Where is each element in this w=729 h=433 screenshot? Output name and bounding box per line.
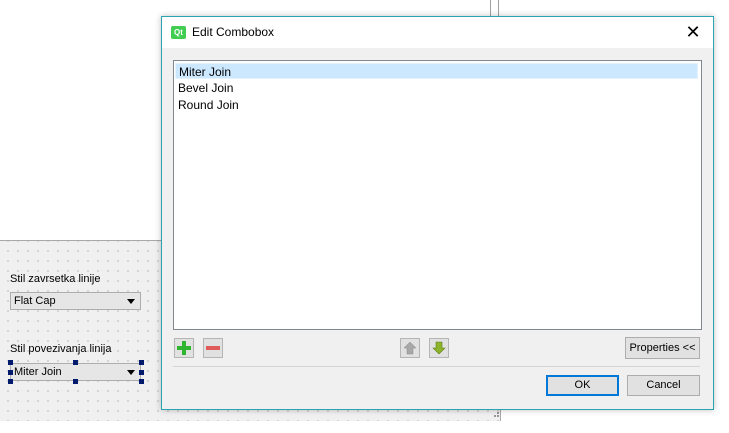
move-down-button[interactable] bbox=[429, 338, 449, 358]
end-style-value: Flat Cap bbox=[14, 295, 56, 307]
arrow-up-icon bbox=[403, 341, 417, 355]
chevron-down-icon bbox=[127, 299, 135, 304]
items-list[interactable]: Miter Join Bevel Join Round Join bbox=[173, 60, 702, 330]
end-style-label: Stil zavrsetka linije bbox=[10, 273, 101, 285]
dialog-title: Edit Combobox bbox=[192, 25, 275, 39]
join-style-label: Stil povezivanja linija bbox=[10, 343, 112, 355]
list-item[interactable]: Bevel Join bbox=[175, 80, 701, 96]
divider bbox=[173, 366, 700, 367]
qt-logo-icon: Qt bbox=[171, 26, 186, 39]
selection-handle[interactable] bbox=[73, 379, 78, 384]
minus-icon bbox=[206, 346, 220, 350]
selection-handle[interactable] bbox=[8, 360, 13, 365]
plus-icon bbox=[177, 341, 191, 355]
close-button[interactable]: ✕ bbox=[682, 22, 704, 42]
end-style-combo[interactable]: Flat Cap bbox=[10, 292, 141, 310]
cancel-button[interactable]: Cancel bbox=[627, 375, 700, 396]
ok-button[interactable]: OK bbox=[546, 375, 619, 396]
selection-handle[interactable] bbox=[139, 360, 144, 365]
join-style-value: Miter Join bbox=[14, 366, 62, 378]
selection-handle[interactable] bbox=[139, 379, 144, 384]
selection-handle[interactable] bbox=[8, 379, 13, 384]
remove-item-button[interactable] bbox=[203, 338, 223, 358]
arrow-down-icon bbox=[432, 341, 446, 355]
list-item[interactable]: Miter Join bbox=[175, 63, 698, 79]
chevron-down-icon bbox=[127, 370, 135, 375]
selection-handle[interactable] bbox=[8, 370, 13, 375]
properties-toggle-button[interactable]: Properties << bbox=[625, 337, 700, 359]
selection-handle[interactable] bbox=[139, 370, 144, 375]
title-bar[interactable]: Qt Edit Combobox ✕ bbox=[162, 17, 713, 48]
edit-combobox-dialog: Qt Edit Combobox ✕ Miter Join Bevel Join… bbox=[161, 16, 714, 410]
list-item[interactable]: Round Join bbox=[175, 97, 701, 113]
move-up-button[interactable] bbox=[400, 338, 420, 358]
add-item-button[interactable] bbox=[174, 338, 194, 358]
selection-handle[interactable] bbox=[73, 360, 78, 365]
